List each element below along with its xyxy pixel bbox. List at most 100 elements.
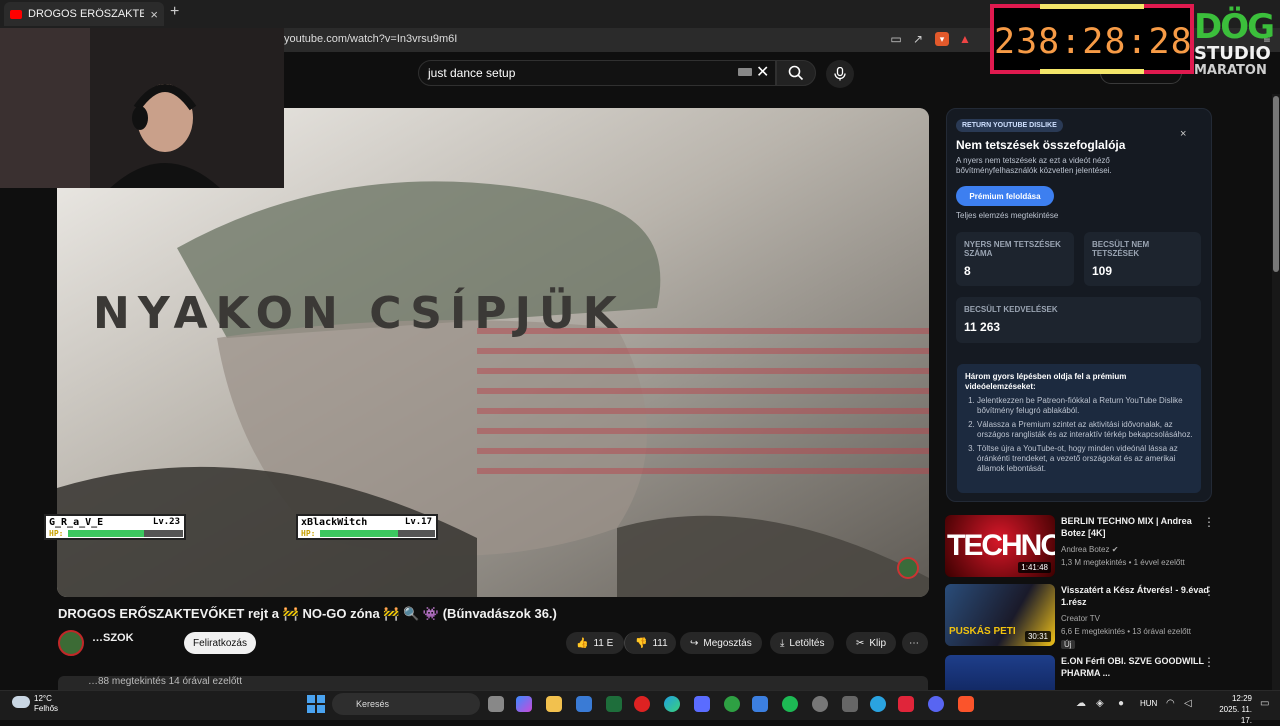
recommendation-title: E.ON Férfi OBI. SZVE GOODWILL PHARMA ... [1061,656,1204,678]
channel-watermark-icon [897,557,919,579]
tab-close-icon[interactable]: × [150,7,158,22]
step-item: Töltse újra a YouTube-ot, hogy minden vi… [977,444,1193,474]
video-title: DROGOS ERŐSZAKTEVŐKET rejt a 🚧 NO-GO zón… [58,606,557,621]
input-language[interactable]: HUN [1140,699,1157,708]
store-icon[interactable] [576,696,592,712]
logo-line-3: MARATON [1194,63,1267,78]
brave-icon[interactable] [958,696,974,712]
steps-title: Három gyors lépésben oldja fel a prémium… [965,372,1127,391]
steps-list: Jelentkezzen be Patreon-fiókkal a Return… [965,396,1193,474]
task-view-icon[interactable] [488,696,504,712]
description-meta[interactable]: …88 megtekintés 14 órával ezelőtt [58,676,928,690]
url-field[interactable]: youtube.com/watch?v=In3vrsu9m6I [284,33,457,45]
timer-bottom-bar [1040,69,1144,74]
hp-label: HP: [301,529,316,538]
network-icon[interactable]: ◈ [1096,698,1104,709]
more-options-icon[interactable]: ⋮ [1203,655,1215,669]
clip-button[interactable]: ✂ Klip [846,632,897,654]
channel-name[interactable]: …SZOK [92,632,134,644]
cloud-sync-icon[interactable]: ☁ [1076,698,1086,709]
excel-icon[interactable] [606,696,622,712]
spotify-icon[interactable] [782,696,798,712]
more-options-icon[interactable]: ⋮ [1203,515,1215,529]
voice-search-button[interactable] [826,60,854,88]
video-duration: 30:31 [1024,631,1051,642]
share-page-icon[interactable]: ↗ [911,32,925,46]
recommendation-thumbnail[interactable]: TECHNO 1:41:48 [945,515,1055,577]
hp-bar-fill [320,530,399,537]
notepad-icon[interactable] [752,696,768,712]
volume-icon[interactable]: ◁ [1184,698,1192,709]
share-button[interactable]: ↪ Megosztás [680,632,762,654]
download-button[interactable]: ⤓ Letöltés [770,632,835,654]
steam-icon[interactable] [812,696,828,712]
timer-top-bar [1040,4,1144,9]
full-analysis-link[interactable]: Teljes elemzés megtekintése [956,211,1058,220]
copilot-icon[interactable] [516,696,532,712]
app-icon[interactable] [634,696,650,712]
taskbar-search-label: Keresés [356,699,390,709]
player-name: G_R_a_V_E [49,517,104,528]
player-level: Lv.23 [152,517,180,527]
cast-icon[interactable]: ▭ [889,32,903,46]
microphone-tray-icon[interactable]: ● [1118,698,1124,709]
recommendation-thumbnail[interactable] [945,655,1055,690]
wifi-icon[interactable]: ◠ [1166,698,1175,709]
like-button[interactable]: 👍 11 E [566,632,624,654]
like-count: 11 E [593,637,614,649]
brave-shield-icon[interactable]: ▾ [935,32,949,46]
close-icon[interactable]: × [1180,128,1186,140]
ryd-description: A nyers nem tetszések az ezt a videót né… [956,156,1112,175]
recommendation-meta: 1,3 M megtekintés • 1 évvel ezelőtt [1061,558,1185,567]
share-label: Megosztás [703,637,752,649]
notifications-icon[interactable]: ▭ [1260,698,1269,709]
more-actions-button[interactable]: ⋯ [902,632,928,654]
edge-icon[interactable] [664,696,680,712]
windows-start-icon[interactable] [307,695,325,713]
dislike-button[interactable]: 👎 111 [624,632,676,654]
recommendation-item[interactable]: E.ON Férfi OBI. SZVE GOODWILL PHARMA ...… [945,655,1225,690]
recommendation-item[interactable]: TECHNO 1:41:48 BERLIN TECHNO MIX | Andre… [945,515,1225,579]
new-tab-button[interactable]: + [170,3,179,21]
keyboard-icon[interactable] [738,68,752,76]
share-icon: ↪ [690,637,699,649]
clock[interactable]: 12:29 2025. 11. 17. [1206,693,1252,726]
scrollbar-thumb[interactable] [1273,96,1279,272]
search-query-text: just dance setup [428,66,516,80]
clear-search-icon[interactable]: ✕ [756,62,769,82]
calculator-icon[interactable] [842,696,858,712]
more-options-icon[interactable]: ⋮ [1203,584,1215,598]
video-duration: 1:41:48 [1018,562,1051,573]
tab-title: DROGOS ERŐSZAKTEVŐKET rejt [28,8,145,20]
telegram-icon[interactable] [870,696,886,712]
app-8-icon[interactable] [898,696,914,712]
thumbnail-text: PUSKÁS PETI [949,626,1016,637]
weather-condition: Felhős [34,704,59,713]
discord-icon[interactable] [928,696,944,712]
dog-studio-maraton-logo: DÖG STUDIO MARATON [1194,10,1275,88]
recommendation-item[interactable]: PUSKÁS PETI 30:31 Visszatért a Kész Átve… [945,584,1225,649]
xbox-icon[interactable] [724,696,740,712]
clip-label: Klip [869,637,887,649]
temperature: 12°C [34,694,52,703]
brave-rewards-icon[interactable]: ▲ [958,32,972,46]
recommendation-meta: 6,6 E megtekintés • 13 órával ezelőtt [1061,627,1191,636]
recommendation-thumbnail[interactable]: PUSKÁS PETI 30:31 [945,584,1055,646]
subscribe-button[interactable]: Feliratkozás [184,632,256,654]
weather-widget[interactable]: 12°C Felhős [34,694,58,714]
browser-tab[interactable]: DROGOS ERŐSZAKTEVŐKET rejt × [4,2,164,26]
search-icon [788,65,804,81]
settings-icon[interactable] [694,696,710,712]
download-icon: ⤓ [780,637,785,649]
taskbar-search[interactable]: Keresés [332,693,480,715]
stream-timer: 238:28:28 [990,4,1194,74]
recommendation-channel: Creator TV [1061,614,1100,623]
premium-unlock-button[interactable]: Prémium feloldása [956,186,1054,206]
search-button[interactable] [776,60,816,86]
player-name: xBlackWitch [301,517,368,528]
file-explorer-icon[interactable] [546,696,562,712]
webcam-overlay [0,28,284,188]
channel-avatar[interactable] [58,630,84,656]
cloud-icon[interactable] [12,696,30,708]
stat-value: 109 [1092,264,1113,278]
